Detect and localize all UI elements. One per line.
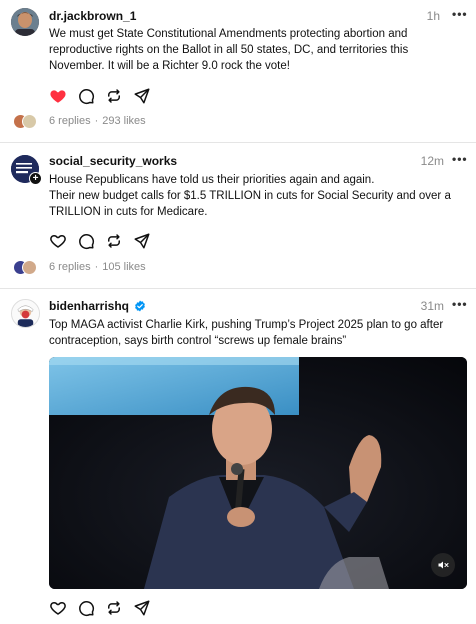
username-text[interactable]: bidenharrishq [49,299,129,313]
post-time: 1h [426,9,440,23]
post-stats: 6 replies · 293 likes [49,115,146,127]
action-bar [49,232,151,250]
video-player[interactable] [49,357,467,589]
reply-icon[interactable] [77,87,95,105]
heart-icon[interactable] [49,87,67,105]
reply-avatars [13,260,39,275]
repost-icon[interactable] [105,599,123,617]
video-frame [49,357,467,589]
heart-icon[interactable] [49,232,67,250]
post-text-line-1: House Republicans have told us their pri… [49,174,375,186]
more-icon[interactable]: ••• [452,152,468,166]
reply-icon[interactable] [77,232,95,250]
likes-count[interactable]: 293 likes [102,115,145,127]
post-time: 12m [420,154,444,168]
post-1: dr.jackbrown_1 1h ••• We must get State … [0,0,476,142]
reply-icon[interactable] [77,599,95,617]
post-2: + social_security_works 12m ••• House Re… [0,143,476,288]
username[interactable]: social_security_works [49,154,177,168]
username[interactable]: bidenharrishq [49,299,146,315]
action-bar [49,599,151,617]
post-text-line-2: Their new budget calls for $1.5 TRILLION… [49,190,451,218]
post-text: Top MAGA activist Charlie Kirk, pushing … [49,319,444,347]
share-icon[interactable] [133,232,151,250]
repost-icon[interactable] [105,87,123,105]
likes-count[interactable]: 105 likes [102,261,145,273]
post-text: We must get State Constitutional Amendme… [49,28,409,72]
replies-count[interactable]: 6 replies [49,261,91,273]
post-time: 31m [420,299,444,313]
username[interactable]: dr.jackbrown_1 [49,9,136,23]
post-3: bidenharrishq 31m ••• Top MAGA activist … [0,289,476,624]
replies-count[interactable]: 6 replies [49,115,91,127]
follow-plus-icon[interactable]: + [29,172,42,185]
post-stats: 6 replies · 105 likes [49,261,146,273]
share-icon[interactable] [133,599,151,617]
mute-icon[interactable] [431,553,455,577]
more-icon[interactable]: ••• [452,7,468,21]
avatar[interactable] [11,8,39,36]
avatar[interactable] [11,299,40,328]
action-bar [49,87,151,105]
verified-icon [134,300,146,315]
more-icon[interactable]: ••• [452,297,468,311]
reply-avatars [13,114,39,129]
repost-icon[interactable] [105,232,123,250]
heart-icon[interactable] [49,599,67,617]
share-icon[interactable] [133,87,151,105]
